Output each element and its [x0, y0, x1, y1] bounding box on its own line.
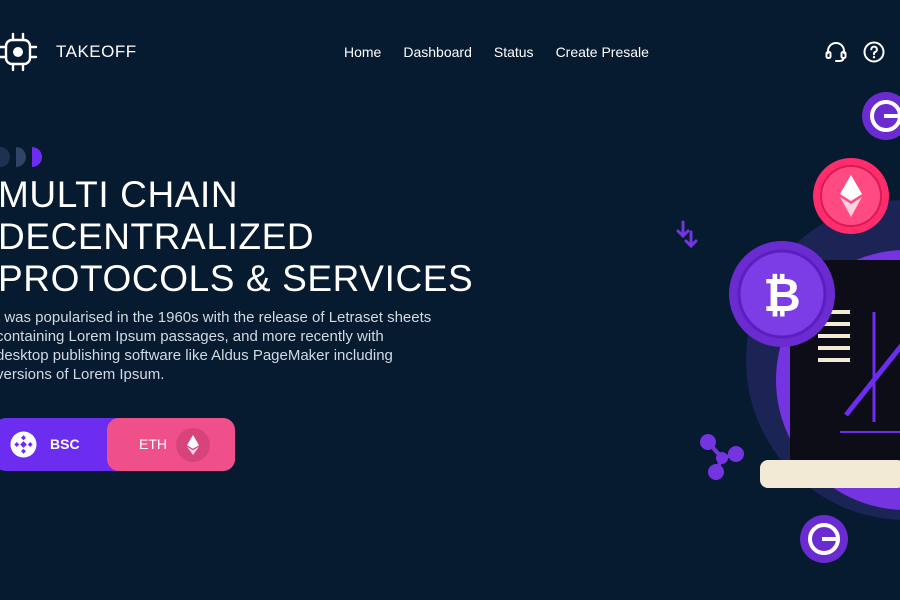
network-nodes-icon: [700, 434, 744, 480]
eth-label: ETH: [139, 436, 167, 452]
ethereum-icon: [176, 428, 210, 462]
bsc-button[interactable]: BSC: [0, 418, 100, 471]
bsc-label: BSC: [50, 436, 80, 452]
chain-toggle: BSC ETH: [0, 418, 235, 471]
hero-description: t was popularised in the 1960s with the …: [0, 309, 432, 383]
nav-link-dashboard[interactable]: Dashboard: [403, 44, 472, 60]
brand-name: TAKEOFF: [56, 42, 137, 61]
headset-icon[interactable]: [824, 40, 848, 64]
binance-icon: [10, 431, 37, 458]
headline-line-3: PROTOCOLS & SERVICES: [0, 258, 474, 299]
ethereum-coin-icon: [813, 158, 889, 234]
chevron-decor-icon: [0, 147, 42, 167]
nav-link-create-presale[interactable]: Create Presale: [556, 44, 649, 60]
hero-illustration: ₿: [676, 92, 900, 563]
down-arrows-icon: [676, 220, 698, 249]
gear-coin-bottom-icon: [800, 515, 848, 563]
gear-coin-icon: [862, 92, 900, 140]
eth-button[interactable]: ETH: [107, 418, 235, 471]
nav-link-home[interactable]: Home: [344, 44, 381, 60]
svg-text:₿: ₿: [763, 268, 801, 322]
nav-icon-group: [824, 40, 886, 64]
headline-line-1: MULTI CHAIN: [0, 174, 239, 215]
chip-icon: [0, 32, 38, 72]
bitcoin-coin-icon: ₿: [729, 241, 835, 347]
headline-line-2: DECENTRALIZED: [0, 216, 315, 257]
main-nav: Home Dashboard Status Create Presale: [344, 44, 649, 60]
nav-link-status[interactable]: Status: [494, 44, 534, 60]
brand-logo[interactable]: TAKEOFF: [0, 30, 137, 74]
help-icon[interactable]: [862, 40, 886, 64]
hero-headline: MULTI CHAIN DECENTRALIZED PROTOCOLS & SE…: [0, 174, 473, 300]
